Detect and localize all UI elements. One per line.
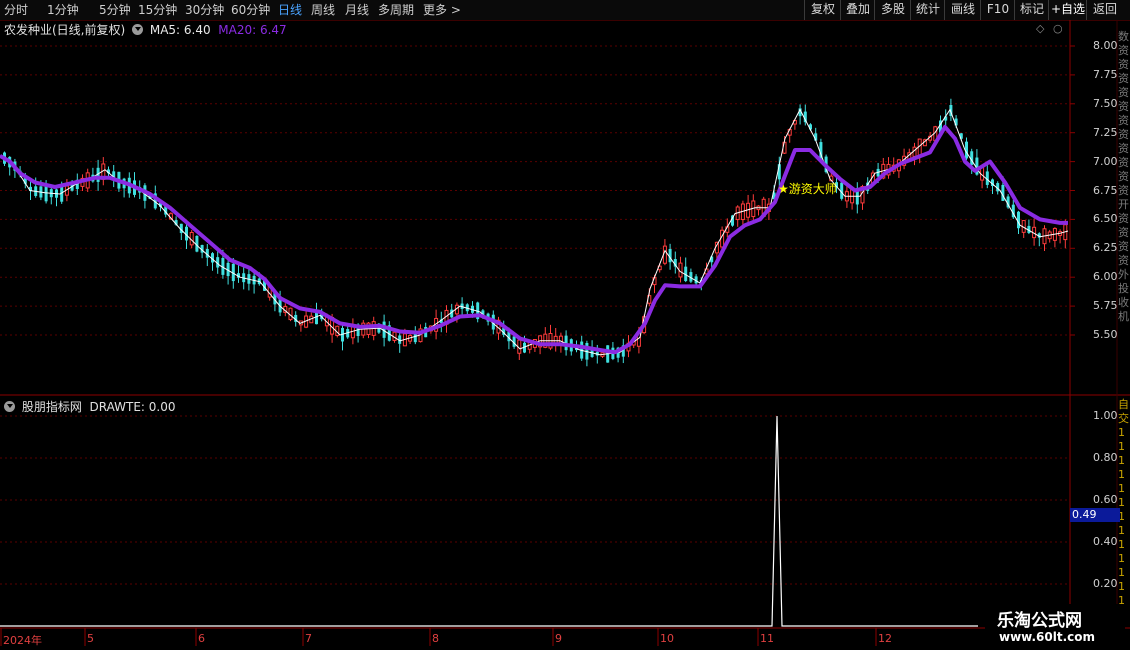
x-tick-label: 7 [305, 632, 312, 645]
main-chart-header: 农发种业(日线,前复权) MA5: 6.40 MA20: 6.47 [4, 21, 287, 38]
y-tick-label: 0.20 [1093, 577, 1118, 590]
x-tick-label: 5 [87, 632, 94, 645]
x-tick-label: 8 [432, 632, 439, 645]
dropdown-icon[interactable] [132, 24, 144, 35]
y-tick-label: 6.75 [1093, 183, 1118, 197]
drawte-legend: DRAWTE: 0.00 [89, 400, 176, 414]
sub-gridlines [0, 415, 1070, 585]
x-tick-label: 6 [198, 632, 205, 645]
circle-icon[interactable]: ○ [1053, 22, 1063, 35]
y-tick-label: 7.50 [1093, 96, 1118, 110]
watermark-url: www.60lt.com [999, 630, 1096, 644]
y-tick-label: 0.60 [1093, 493, 1118, 506]
y-tick-label: 8.00 [1093, 39, 1118, 52]
stock-title: 农发种业(日线,前复权) [4, 23, 126, 37]
x-tick-label: 2024年 [3, 634, 42, 647]
y-tick-label: 5.75 [1093, 299, 1118, 313]
watermark: 乐淘公式网 www.60lt.com [985, 604, 1125, 648]
sub-chart-header: 股朋指标网 DRAWTE: 0.00 [4, 398, 175, 415]
x-tick-label: 12 [878, 632, 892, 645]
ma5-line [0, 108, 1069, 356]
y-tick-label: 7.00 [1093, 154, 1118, 168]
y-tick-label: 7.25 [1093, 125, 1118, 139]
x-tick-label: 10 [660, 632, 674, 645]
dropdown-icon[interactable] [4, 401, 15, 412]
drawte-line [0, 415, 978, 627]
annotation-label: ★游资大师 [778, 182, 837, 196]
y-tick-label: 5.50 [1093, 328, 1118, 341]
y-tick-label: 6.50 [1093, 212, 1118, 226]
y-tick-label: 0.40 [1093, 535, 1118, 548]
indicator-title: 股朋指标网 [21, 400, 82, 414]
watermark-title: 乐淘公式网 [997, 611, 1082, 631]
y-tick-label: 1.00 [1093, 409, 1118, 422]
current-value-badge: 0.49 [1070, 508, 1120, 522]
x-tick-label: 11 [760, 632, 774, 645]
chart-canvas [0, 20, 1130, 646]
x-tick-label: 9 [555, 632, 562, 645]
ma20-legend: MA20: 6.47 [218, 23, 287, 37]
side-panel-text: 数资资资资资资资资资资资开资资资资外投收机 [1118, 30, 1129, 323]
y-tick-label: 6.25 [1093, 241, 1118, 255]
diamond-icon[interactable]: ◇ [1036, 22, 1044, 35]
y-tick-label: 7.75 [1093, 67, 1118, 81]
y-tick-label: 0.80 [1093, 451, 1118, 464]
ma5-legend: MA5: 6.40 [149, 23, 211, 37]
y-tick-label: 6.00 [1093, 270, 1118, 284]
ma20-line [0, 124, 1068, 355]
main-gridlines [0, 45, 1075, 336]
candlesticks [3, 98, 1068, 367]
